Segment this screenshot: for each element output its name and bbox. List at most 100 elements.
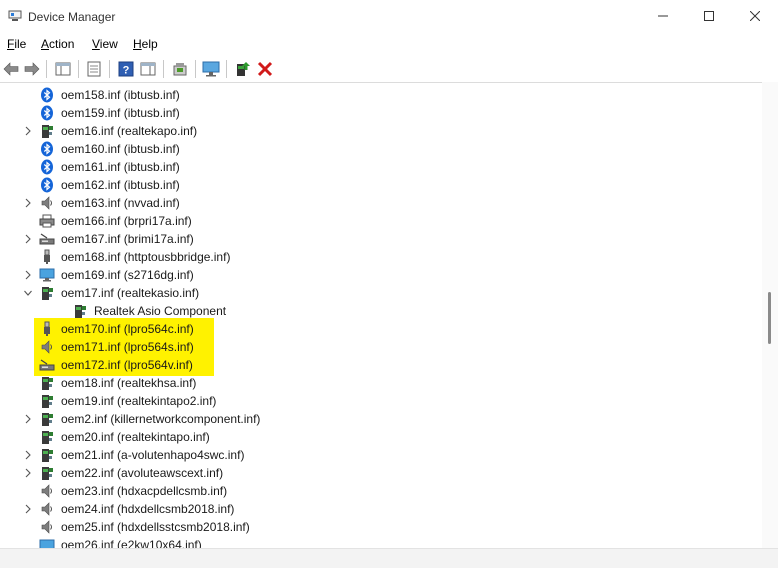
tree-item[interactable]: oem163.inf (nvvad.inf)	[0, 194, 740, 212]
uninstall-device-button[interactable]	[256, 60, 274, 78]
chevron-right-icon[interactable]	[23, 503, 33, 515]
minimize-button[interactable]	[640, 0, 686, 34]
close-icon	[749, 10, 761, 24]
component-icon	[39, 411, 55, 427]
forward-button[interactable]	[23, 60, 41, 78]
tree-item[interactable]: oem166.inf (brpri17a.inf)	[0, 212, 740, 230]
speaker-icon	[39, 483, 55, 499]
speaker-icon	[39, 339, 55, 355]
tree-item[interactable]: oem16.inf (realtekapo.inf)	[0, 122, 740, 140]
tree-item-label: oem24.inf (hdxdellcsmb2018.inf)	[61, 502, 235, 516]
tree-item[interactable]: oem162.inf (ibtusb.inf)	[0, 176, 740, 194]
back-arrow-icon	[2, 62, 20, 81]
chevron-right-icon[interactable]	[23, 449, 33, 461]
device-tree[interactable]: oem158.inf (ibtusb.inf) oem159.inf (ibtus…	[0, 86, 762, 548]
tree-item-label: oem166.inf (brpri17a.inf)	[61, 214, 192, 228]
scan-hardware-button[interactable]	[202, 60, 220, 78]
tree-item[interactable]: oem22.inf (avoluteawscext.inf)	[0, 464, 740, 482]
maximize-button[interactable]	[686, 0, 732, 34]
menu-view-label: iew	[99, 37, 118, 51]
properties-button[interactable]	[85, 60, 103, 78]
tree-item-label: oem25.inf (hdxdellsstcsmb2018.inf)	[61, 520, 250, 534]
menu-action[interactable]: Action	[41, 37, 74, 51]
tree-item-label: Realtek Asio Component	[94, 304, 227, 318]
tree-item-label: oem19.inf (realtekintapo2.inf)	[61, 394, 217, 408]
tree-item[interactable]: oem168.inf (httptousbbridge.inf)	[0, 248, 740, 266]
device-manager-icon	[8, 10, 22, 22]
update-driver-button[interactable]	[171, 60, 189, 78]
update-driver-icon	[171, 63, 189, 81]
menu-file[interactable]: File	[7, 37, 26, 51]
toolbar-separator	[78, 60, 79, 78]
tree-item[interactable]: oem167.inf (brimi17a.inf)	[0, 230, 740, 248]
menu-help-mnemonic: H	[133, 37, 142, 51]
toolbar-separator	[195, 60, 196, 78]
tree-item[interactable]: oem172.inf (lpro564v.inf)	[0, 356, 740, 374]
tree-item[interactable]: oem24.inf (hdxdellcsmb2018.inf)	[0, 500, 740, 518]
chevron-right-icon[interactable]	[23, 467, 33, 479]
chevron-right-icon[interactable]	[23, 125, 33, 137]
help-button[interactable]: ?	[117, 60, 135, 78]
chevron-right-icon[interactable]	[23, 269, 33, 281]
monitor-scan-icon	[202, 61, 220, 81]
chevron-right-icon[interactable]	[23, 197, 33, 209]
scanner-icon	[39, 357, 55, 373]
show-hide-console-tree-button[interactable]	[54, 60, 72, 78]
action-pane-button[interactable]	[139, 60, 157, 78]
tree-item[interactable]: oem2.inf (killernetworkcomponent.inf)	[0, 410, 740, 428]
tree-item-label: oem163.inf (nvvad.inf)	[61, 196, 180, 210]
tree-item[interactable]: oem23.inf (hdxacpdellcsmb.inf)	[0, 482, 740, 500]
svg-text:?: ?	[123, 65, 130, 77]
back-button[interactable]	[2, 60, 20, 78]
properties-icon	[85, 61, 103, 81]
tree-item[interactable]: oem17.inf (realtekasio.inf)	[0, 284, 740, 302]
tree-item-label: oem172.inf (lpro564v.inf)	[61, 358, 193, 372]
menu-help[interactable]: Help	[133, 37, 158, 51]
chevron-right-icon[interactable]	[23, 233, 33, 245]
chevron-right-icon[interactable]	[23, 413, 33, 425]
bluetooth-icon	[39, 141, 55, 157]
tree-item-label: oem168.inf (httptousbbridge.inf)	[61, 250, 231, 264]
scrollbar-thumb[interactable]	[768, 292, 771, 344]
close-button[interactable]	[732, 0, 778, 34]
tree-item[interactable]: oem21.inf (a-volutenhapo4swc.inf)	[0, 446, 740, 464]
tree-item-label: oem26.inf (e2kw10x64.inf)	[61, 538, 202, 548]
tree-item-label: oem18.inf (realtekhsa.inf)	[61, 376, 197, 390]
menu-help-label: elp	[141, 37, 158, 51]
tree-item-label: oem2.inf (killernetworkcomponent.inf)	[61, 412, 261, 426]
chevron-down-icon[interactable]	[23, 287, 33, 299]
tree-item-label: oem16.inf (realtekapo.inf)	[61, 124, 198, 138]
tree-item[interactable]: oem25.inf (hdxdellsstcsmb2018.inf)	[0, 518, 740, 536]
tree-item[interactable]: oem19.inf (realtekintapo2.inf)	[0, 392, 740, 410]
menu-action-mnemonic: A	[41, 37, 50, 51]
monitor-icon	[39, 267, 55, 283]
tree-item-label: oem22.inf (avoluteawscext.inf)	[61, 466, 224, 480]
enable-device-button[interactable]	[234, 60, 252, 78]
bluetooth-icon	[39, 177, 55, 193]
tree-item[interactable]: oem26.inf (e2kw10x64.inf)	[0, 536, 740, 548]
tree-item-label: oem162.inf (ibtusb.inf)	[61, 178, 180, 192]
tree-item[interactable]: oem18.inf (realtekhsa.inf)	[0, 374, 740, 392]
usb-plug-icon	[39, 249, 55, 265]
uninstall-x-icon	[256, 61, 274, 81]
tree-item-label: oem17.inf (realtekasio.inf)	[61, 286, 200, 300]
component-icon	[39, 123, 55, 139]
help-icon: ?	[117, 61, 135, 81]
menu-action-label: ction	[49, 37, 75, 51]
component-icon	[39, 465, 55, 481]
menu-view[interactable]: View	[92, 37, 118, 51]
tree-item[interactable]: oem169.inf (s2716dg.inf)	[0, 266, 740, 284]
bluetooth-icon	[39, 105, 55, 121]
tree-item-label: oem159.inf (ibtusb.inf)	[61, 106, 180, 120]
tree-item-label: oem169.inf (s2716dg.inf)	[61, 268, 194, 282]
tree-item[interactable]: oem159.inf (ibtusb.inf)	[0, 104, 740, 122]
component-icon	[39, 285, 55, 301]
tree-item[interactable]: oem158.inf (ibtusb.inf)	[0, 86, 740, 104]
tree-item[interactable]: oem160.inf (ibtusb.inf)	[0, 140, 740, 158]
toolbar-separator	[163, 60, 164, 78]
tree-item[interactable]: oem161.inf (ibtusb.inf)	[0, 158, 740, 176]
forward-arrow-icon	[23, 62, 41, 81]
vertical-scrollbar[interactable]	[762, 82, 778, 548]
bluetooth-icon	[39, 87, 55, 103]
tree-item[interactable]: oem20.inf (realtekintapo.inf)	[0, 428, 740, 446]
